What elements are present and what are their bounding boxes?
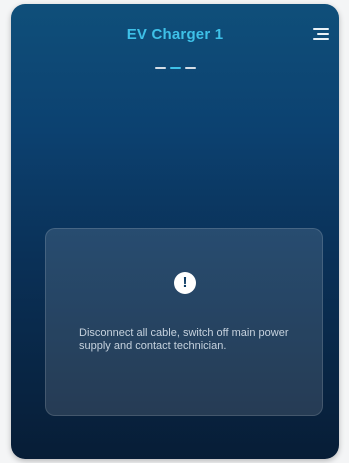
menu-line bbox=[313, 38, 329, 40]
exclamation-icon: ! bbox=[174, 272, 196, 294]
menu-line bbox=[313, 28, 329, 30]
page-dot-3[interactable] bbox=[184, 67, 196, 69]
hamburger-menu-icon[interactable] bbox=[313, 27, 329, 41]
charger-screen: EV Charger 1 ! Disconnect all cable, swi… bbox=[11, 4, 339, 459]
page-title: EV Charger 1 bbox=[126, 26, 224, 43]
alert-message: Disconnect all cable, switch off main po… bbox=[79, 327, 289, 352]
page-dot-1[interactable] bbox=[154, 67, 166, 69]
page-indicator bbox=[11, 67, 339, 69]
alert-card: ! Disconnect all cable, switch off main … bbox=[45, 228, 323, 416]
menu-line bbox=[317, 33, 329, 35]
page-dot-2-active[interactable] bbox=[169, 67, 181, 69]
